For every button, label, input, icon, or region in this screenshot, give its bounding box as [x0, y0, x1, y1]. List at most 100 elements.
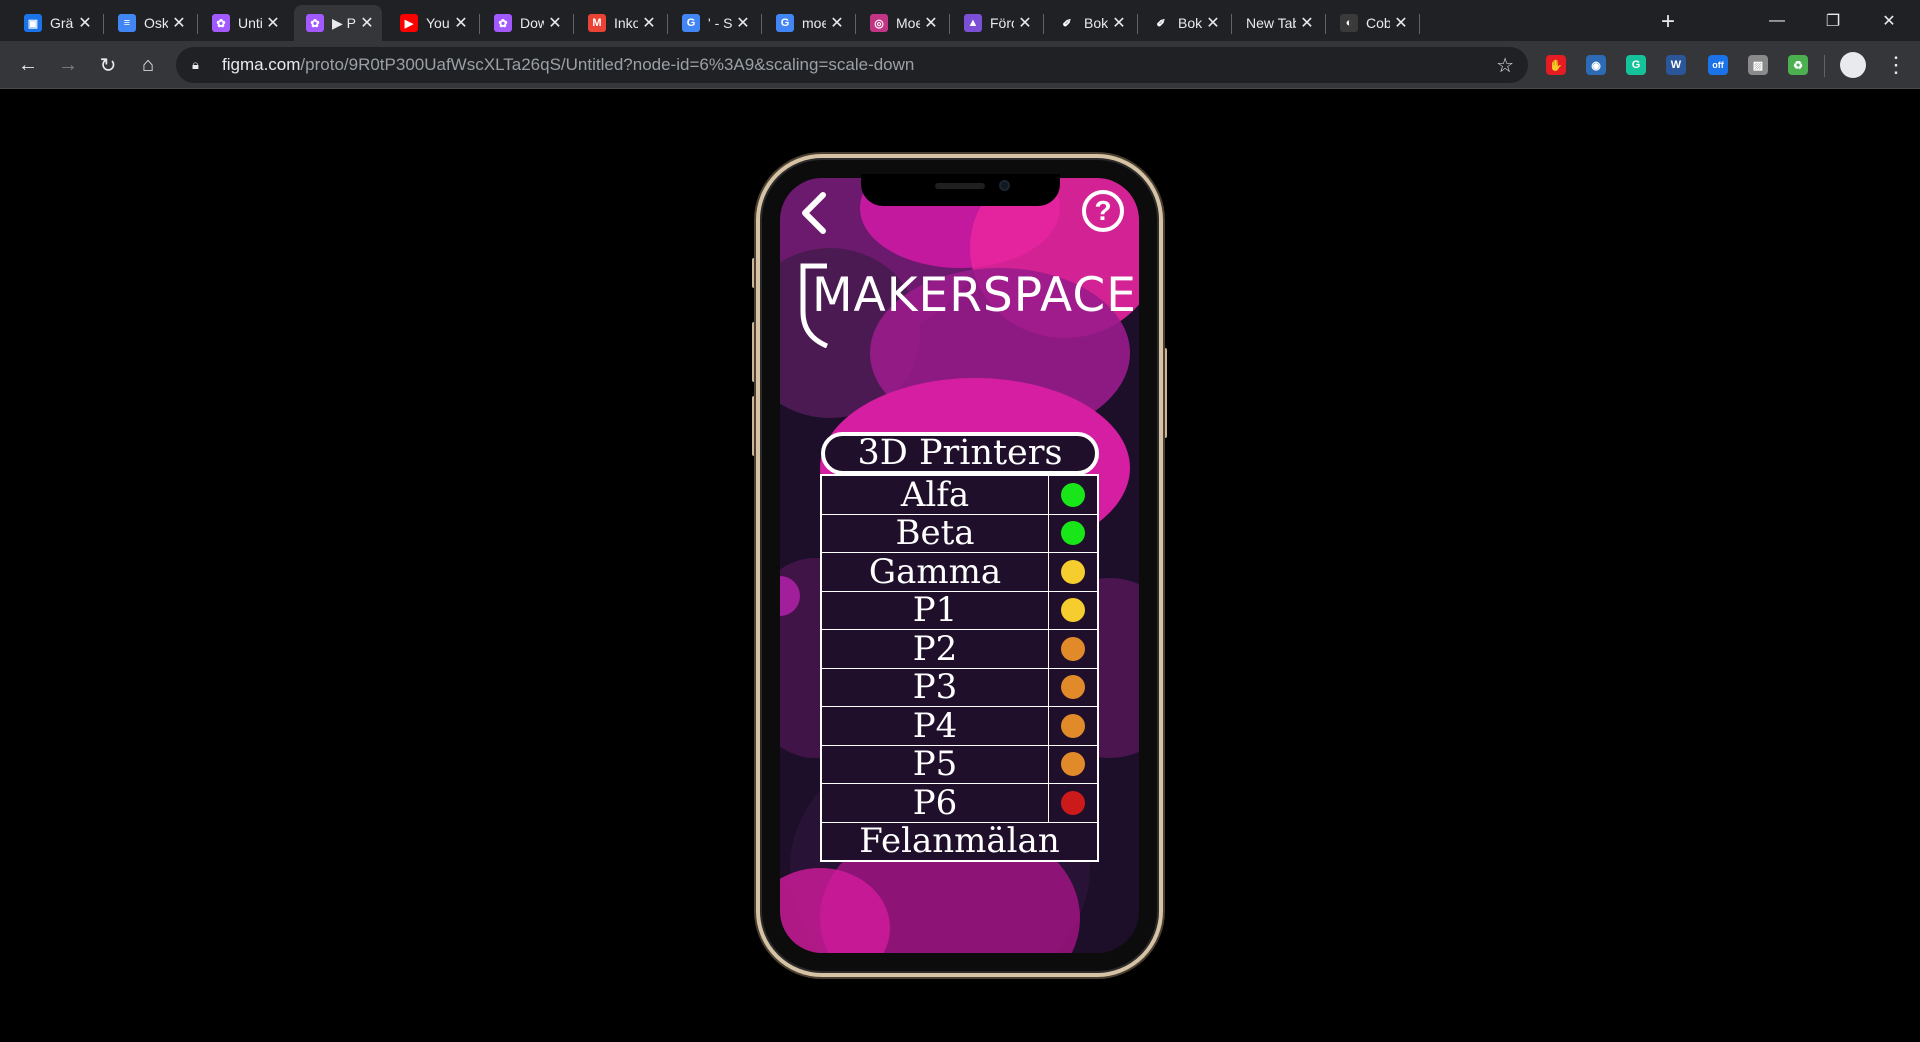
tab-separator [1325, 14, 1326, 34]
status-indicator-icon [1061, 752, 1085, 777]
tab-separator [1419, 14, 1420, 34]
forward-nav-button[interactable]: → [52, 49, 84, 81]
tab-favicon-icon: ▶ [400, 14, 418, 32]
tab-title: moe [802, 15, 826, 31]
printer-row[interactable]: P2 [822, 630, 1097, 669]
printer-name: P4 [822, 707, 1049, 745]
tab-close-icon[interactable]: ✕ [262, 13, 284, 33]
home-button[interactable]: ⌂ [132, 49, 164, 81]
tab-separator [479, 14, 480, 34]
tab-close-icon[interactable]: ✕ [168, 13, 190, 33]
tab-close-icon[interactable]: ✕ [1014, 13, 1036, 33]
restore-button[interactable]: ❐ [1810, 0, 1856, 41]
browser-menu-icon[interactable]: ⋮ [1884, 49, 1908, 81]
browser-toolbar: ← → ↻ ⌂ 🔒︎ figma.com/proto/9R0tP300UafWs… [0, 41, 1920, 89]
profile-avatar[interactable] [1840, 52, 1866, 78]
tab-close-icon[interactable]: ✕ [450, 13, 472, 33]
status-indicator-icon [1061, 713, 1085, 738]
browser-tab[interactable]: ◎ Moe ✕ [858, 5, 946, 41]
close-window-button[interactable]: ✕ [1866, 0, 1912, 41]
browser-tab[interactable]: Gmoe ✕ [764, 5, 852, 41]
tab-favicon-icon: ✿ [494, 14, 512, 32]
printer-row[interactable]: P1 [822, 591, 1097, 630]
tab-separator [761, 14, 762, 34]
printer-row[interactable]: P4 [822, 707, 1097, 746]
printer-row[interactable]: Alfa [822, 476, 1097, 515]
printer-row[interactable]: Beta [822, 514, 1097, 553]
image-ext-icon[interactable]: ▨ [1748, 55, 1768, 75]
printer-status-cell [1049, 630, 1097, 668]
tab-separator [573, 14, 574, 34]
phone-camera [999, 180, 1010, 191]
printer-name: P1 [822, 591, 1049, 629]
tab-close-icon[interactable]: ✕ [826, 13, 848, 33]
tab-strip: + — ❐ ✕ ▣Grä✕≡Osk✕✿Unti✕✿▶ Pı✕▶YouT✕✿Dow… [0, 0, 1920, 41]
tab-favicon-icon: ✿ [212, 14, 230, 32]
tab-favicon-icon: M [588, 14, 606, 32]
back-button[interactable] [796, 190, 832, 236]
grammarly-icon[interactable]: G [1626, 55, 1646, 75]
browser-tab[interactable]: G ' - Si✕ [670, 5, 758, 41]
printer-status-cell [1049, 553, 1097, 591]
browser-tab[interactable]: M Inko ✕ [576, 5, 664, 41]
status-indicator-icon [1061, 636, 1085, 661]
tab-close-icon[interactable]: ✕ [1390, 13, 1412, 33]
browser-tab[interactable]: ✿ Dow ✕ [482, 5, 570, 41]
tab-separator [1137, 14, 1138, 34]
browser-tab[interactable]: ✐ Bok ✕ [1046, 5, 1134, 41]
printer-status-cell [1049, 592, 1097, 630]
bookmark-star-icon[interactable]: ☆ [1496, 53, 1514, 78]
help-button[interactable]: ? [1082, 190, 1124, 232]
tab-close-icon[interactable]: ✕ [1202, 13, 1224, 33]
tab-close-icon[interactable]: ✕ [1296, 13, 1318, 33]
tab-separator [855, 14, 856, 34]
recycle-ext-icon[interactable]: ♻ [1788, 55, 1808, 75]
tab-close-icon[interactable]: ✕ [544, 13, 566, 33]
printer-row[interactable]: P6 [822, 784, 1097, 823]
tab-separator [667, 14, 668, 34]
chevron-left-icon [802, 192, 826, 234]
printer-status-cell [1049, 746, 1097, 784]
browser-tab[interactable]: ◐ Cob ✕ [1328, 5, 1416, 41]
printer-row[interactable]: P5 [822, 745, 1097, 784]
tab-separator [1043, 14, 1044, 34]
tab-close-icon[interactable]: ✕ [638, 13, 660, 33]
tab-close-icon[interactable]: ✕ [1108, 13, 1130, 33]
new-tab-button[interactable]: + [1652, 6, 1684, 38]
adblock-icon[interactable]: ✋ [1546, 55, 1566, 75]
printer-status-cell [1049, 515, 1097, 553]
browser-tab[interactable]: ▣ Grä ✕ [12, 5, 100, 41]
printer-name: Beta [822, 514, 1049, 552]
address-bar[interactable]: 🔒︎ figma.com/proto/9R0tP300UafWscXLTa26q… [176, 47, 1528, 83]
browser-tab[interactable]: ▶ YouT✕ [388, 5, 476, 41]
printer-status-cell [1049, 707, 1097, 745]
browser-tab[interactable]: New Tab ✕ [1234, 5, 1322, 41]
back-nav-button[interactable]: ← [12, 49, 44, 81]
printer-name: P2 [822, 630, 1049, 668]
browser-tab[interactable]: ≡ Osk ✕ [106, 5, 194, 41]
printer-name: P3 [822, 668, 1049, 706]
browser-tab[interactable]: ✿ Unti ✕ [200, 5, 288, 41]
printer-row[interactable]: P3 [822, 668, 1097, 707]
tab-title: Unti [238, 15, 262, 31]
owl-icon[interactable]: ◉ [1586, 55, 1606, 75]
tab-close-icon[interactable]: ✕ [920, 13, 942, 33]
status-indicator-icon [1061, 521, 1085, 546]
tab-favicon-icon: ◎ [870, 14, 888, 32]
phone-notch [861, 174, 1060, 206]
tab-favicon-icon: ≡ [118, 14, 136, 32]
printer-name: Gamma [822, 553, 1049, 591]
browser-tab[interactable]: ✐ Bok ✕ [1140, 5, 1228, 41]
report-fault-button[interactable]: Felanmälan [822, 823, 1097, 860]
tab-close-icon[interactable]: ✕ [74, 13, 96, 33]
tab-close-icon[interactable]: ✕ [356, 13, 378, 33]
tab-close-icon[interactable]: ✕ [732, 13, 754, 33]
printer-name: P5 [822, 745, 1049, 783]
printer-row[interactable]: Gamma [822, 553, 1097, 592]
browser-tab[interactable]: ✿ ▶ Pı✕ [294, 5, 382, 41]
word-icon[interactable]: W [1666, 55, 1686, 75]
reload-button[interactable]: ↻ [92, 49, 124, 81]
browser-tab[interactable]: ▲ Förc✕ [952, 5, 1040, 41]
minimize-button[interactable]: — [1754, 0, 1800, 41]
off-badge-icon[interactable]: off [1708, 55, 1728, 75]
